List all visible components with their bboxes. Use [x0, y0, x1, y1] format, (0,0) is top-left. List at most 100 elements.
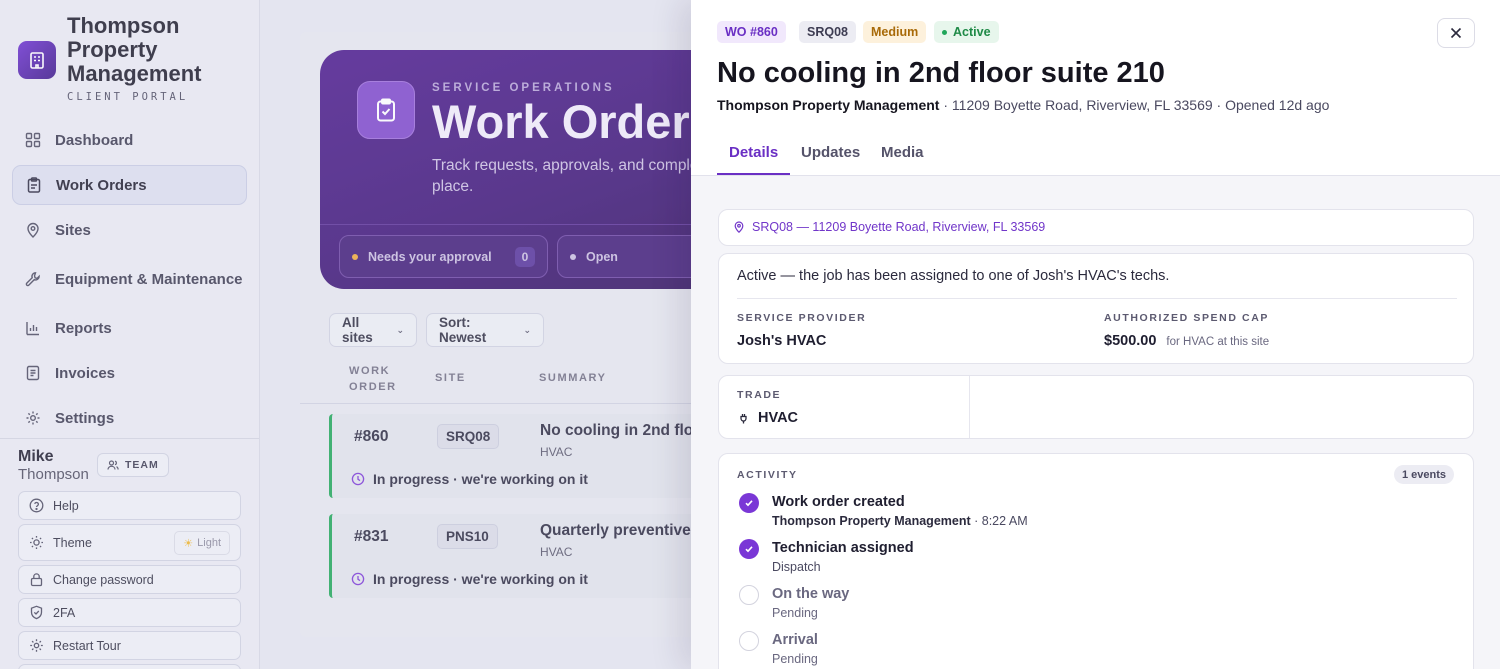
work-order-trade: HVAC [540, 545, 573, 559]
change-password-button[interactable]: Change password [18, 565, 241, 594]
table-row[interactable]: #831 PNS10 Quarterly preventive m HVAC I… [329, 514, 729, 598]
location-card: SRQ08 — 11209 Boyette Road, Riverview, F… [718, 209, 1474, 246]
sites-filter-label: All sites [342, 315, 373, 345]
help-button[interactable]: Help [18, 491, 241, 520]
user-area: Mike Thompson TEAM Help Theme ☀ Light Cha… [0, 438, 259, 669]
sort-filter[interactable]: Sort: Newest ⌄ [426, 313, 544, 347]
tab-updates[interactable]: Updates [789, 132, 872, 175]
activity-card: ACTIVITY 1 events Work order created Tho… [718, 453, 1474, 669]
tab-details[interactable]: Details [717, 132, 791, 175]
plug-icon [737, 412, 750, 425]
status-text: In progress · we're working on it [373, 571, 588, 587]
clock-icon [351, 472, 365, 486]
work-order-meta: Thompson Property Management · 11209 Boy… [717, 97, 1329, 113]
activity-label: ACTIVITY [737, 469, 798, 481]
spend-cap-label: AUTHORIZED SPEND CAP [1104, 312, 1270, 324]
work-order-summary: No cooling in 2nd floor [540, 422, 709, 439]
check-icon [739, 539, 759, 559]
nav-label: Dashboard [55, 131, 134, 149]
activity-subtitle: Pending [772, 652, 818, 666]
brand-name: Thompson Property Management [67, 13, 202, 86]
location-link[interactable]: SRQ08 — 11209 Boyette Road, Riverview, F… [733, 220, 1045, 234]
site-badge: SRQ08 [437, 424, 500, 449]
table-row[interactable]: #860 SRQ08 No cooling in 2nd floor HVAC … [329, 414, 729, 498]
change-password-label: Change password [53, 572, 154, 587]
sun-small-icon: ☀ [183, 537, 194, 550]
tab-media[interactable]: Media [869, 132, 936, 175]
nav-item-invoices[interactable]: Invoices [12, 353, 247, 393]
nav-label: Work Orders [56, 176, 147, 194]
bar-chart-icon [24, 319, 42, 337]
nav-item-equipment[interactable]: Equipment & Maintenance [12, 259, 247, 299]
activity-actor: Thompson Property Management [772, 514, 971, 528]
meta-separator: · [1216, 97, 1226, 113]
user-name[interactable]: Mike Thompson [18, 448, 89, 484]
more-button[interactable] [18, 664, 241, 669]
activity-title: Technician assigned [772, 540, 914, 556]
clipboard-icon [25, 176, 43, 194]
clock-icon [351, 572, 365, 586]
twofa-label: 2FA [53, 605, 76, 620]
meta-separator: · [943, 97, 952, 113]
brand-subtitle: CLIENT PORTAL [67, 91, 189, 103]
chevron-down-icon: ⌄ [396, 324, 404, 335]
nav-label: Invoices [55, 364, 116, 382]
nav-item-settings[interactable]: Settings [12, 398, 247, 438]
opened-time: Opened 12d ago [1225, 97, 1330, 113]
column-header-summary[interactable]: SUMMARY [539, 370, 607, 386]
site-badge: PNS10 [437, 524, 498, 549]
pending-circle-icon [739, 631, 759, 651]
restart-tour-button[interactable]: Restart Tour [18, 631, 241, 660]
nav-label: Sites [55, 221, 91, 239]
stat-needs-approval[interactable]: Needs your approval 0 [339, 235, 548, 278]
brand-logo [18, 41, 56, 79]
status-dot [570, 253, 576, 260]
sort-filter-label: Sort: Newest [439, 315, 487, 345]
map-pin-icon [24, 221, 42, 239]
hero-kicker: SERVICE OPERATIONS [432, 82, 615, 94]
team-badge[interactable]: TEAM [97, 453, 169, 477]
receipt-icon [24, 364, 42, 382]
theme-toggle[interactable]: Theme ☀ Light [18, 524, 241, 561]
user-last-name: Thompson [18, 466, 89, 483]
help-label: Help [53, 498, 79, 513]
map-pin-icon [733, 221, 745, 233]
column-header-site[interactable]: SITE [435, 370, 466, 386]
close-icon [1450, 27, 1462, 39]
work-order-id: #860 [354, 428, 389, 445]
column-header-work-order[interactable]: WORK ORDER [349, 363, 409, 395]
nav-item-reports[interactable]: Reports [12, 308, 247, 348]
twofa-button[interactable]: 2FA [18, 598, 241, 627]
work-order-status: In progress · we're working on it [351, 571, 588, 587]
provider-label: SERVICE PROVIDER [737, 312, 867, 324]
page-title: Work Orders [432, 95, 716, 148]
users-icon [107, 459, 119, 471]
nav-item-dashboard[interactable]: Dashboard [12, 120, 247, 160]
drawer-header: WO #860 SRQ08 Medium Active No cooling i… [691, 0, 1500, 176]
nav-item-work-orders[interactable]: Work Orders [12, 165, 247, 205]
work-order-status: In progress · we're working on it [351, 471, 588, 487]
provider-value: Josh's HVAC [737, 333, 827, 349]
activity-title: Arrival [772, 632, 818, 648]
status-badge-label: Active [953, 25, 991, 39]
status-description: Active — the job has been assigned to on… [737, 268, 1170, 284]
theme-value[interactable]: ☀ Light [174, 531, 230, 555]
stat-count: 0 [515, 247, 535, 267]
events-count-badge: 1 events [1394, 465, 1455, 484]
user-first-name: Mike [18, 448, 54, 465]
close-button[interactable] [1437, 18, 1475, 48]
activity-subtitle: Thompson Property Management · 8:22 AM [772, 514, 1028, 528]
activity-title: On the way [772, 586, 850, 602]
divider [320, 224, 720, 225]
nav-item-sites[interactable]: Sites [12, 210, 247, 250]
help-icon [29, 498, 44, 513]
wrench-icon [24, 270, 42, 288]
trade-name: HVAC [758, 410, 799, 426]
gear-icon [24, 409, 42, 427]
grid-icon [24, 131, 42, 149]
sites-filter[interactable]: All sites ⌄ [329, 313, 417, 347]
shield-icon [29, 605, 44, 620]
brand: Thompson Property Management CLIENT PORT… [18, 14, 217, 103]
nav-label: Settings [55, 409, 115, 427]
theme-value-label: Light [197, 537, 221, 549]
